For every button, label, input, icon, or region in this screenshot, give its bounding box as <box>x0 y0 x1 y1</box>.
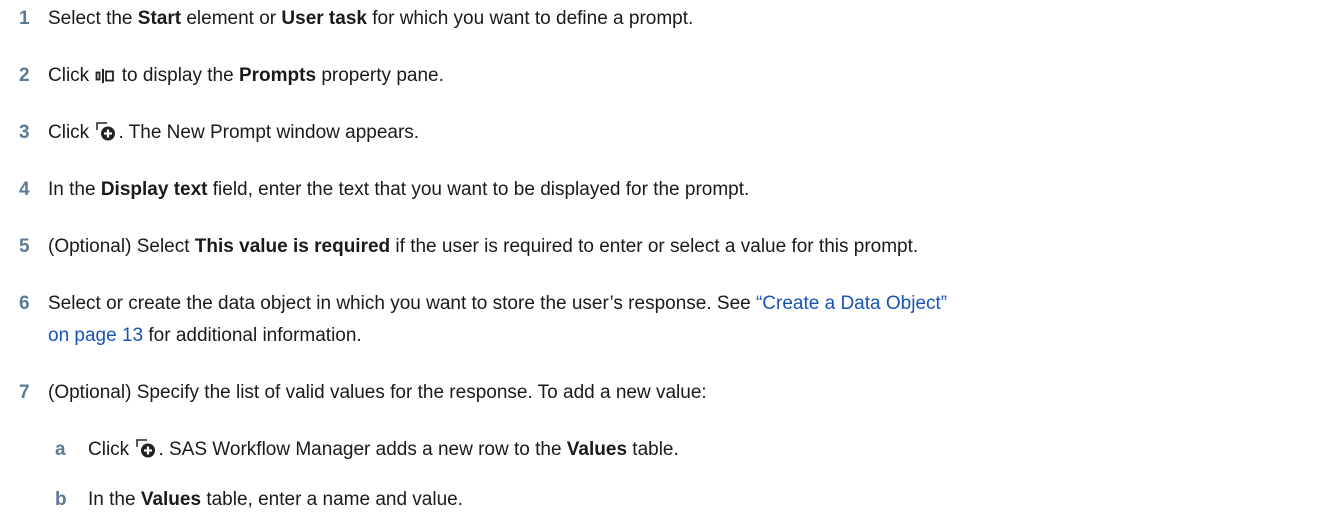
new-prompt-add-icon <box>95 121 117 148</box>
step-text: Click to display the Prompts property pa… <box>48 63 1308 91</box>
bold-term-values: Values <box>140 489 202 510</box>
create-data-object-link-continued[interactable]: on page 13 <box>48 325 143 346</box>
step-text: (Optional) Specify the list of valid val… <box>48 382 707 403</box>
step-text-line-2: on page 13 for additional information. <box>48 323 1308 348</box>
step-number: 1 <box>19 8 30 29</box>
step-number: 6 <box>19 293 30 314</box>
bold-term-prompts: Prompts <box>238 65 317 86</box>
create-data-object-link[interactable]: “Create a Data Object” <box>756 293 947 314</box>
step-number: 4 <box>19 179 30 200</box>
substep-text: Click . SAS Workflow Manager adds a new … <box>88 437 1308 465</box>
step-number: 3 <box>19 122 30 143</box>
bold-term-user-task: User task <box>281 8 367 29</box>
step-text: In the Display text field, enter the tex… <box>48 179 750 200</box>
step-number: 7 <box>19 382 30 403</box>
bold-term-values: Values <box>566 439 628 460</box>
step-text-line-1: Select or create the data object in whic… <box>48 293 948 314</box>
substep-letter: b <box>55 489 67 510</box>
step-number: 5 <box>19 236 30 257</box>
add-row-icon <box>135 438 157 465</box>
bold-term-display-text: Display text <box>100 179 208 200</box>
substep-letter: a <box>55 439 66 460</box>
step-text: Click . The New Prompt window appears. <box>48 120 1308 148</box>
bold-term-value-required: This value is required <box>194 236 391 257</box>
step-number: 2 <box>19 65 30 86</box>
step-text: (Optional) Select This value is required… <box>48 236 919 257</box>
substep-text: In the Values table, enter a name and va… <box>88 489 464 510</box>
step-text-after-link: for additional information. <box>143 325 362 346</box>
bold-term-start: Start <box>137 8 182 29</box>
prompts-pane-icon <box>95 66 115 91</box>
step-text: Select the Start element or User task fo… <box>48 8 694 29</box>
